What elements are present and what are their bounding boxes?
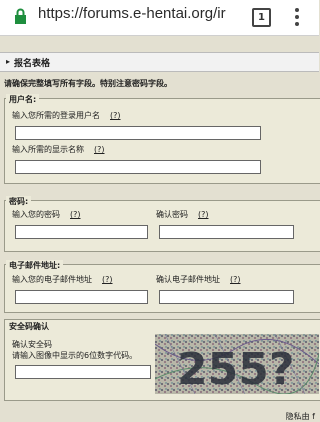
triangle-right-icon: ▸ [6, 57, 11, 66]
captcha-input[interactable] [15, 365, 151, 379]
email-legend: 电子邮件地址: [6, 260, 64, 271]
email-label: 输入您的电子邮件地址 (?) [12, 275, 113, 284]
email-fieldset [4, 264, 320, 313]
confirm-email-label: 确认电子邮件地址 (?) [156, 275, 241, 284]
captcha-label-line2: 请输入图像中显示的6位数字代码。 [12, 351, 138, 360]
password-legend: 密码: [6, 196, 32, 207]
confirm-password-input[interactable] [159, 225, 294, 239]
confirm-password-label: 确认密码 (?) [156, 210, 209, 219]
form-instructions: 请确保完整填写所有字段。特别注意密码字段。 [4, 79, 172, 88]
captcha-image: 255? [155, 334, 319, 394]
display-name-input[interactable] [15, 160, 261, 174]
captcha-glyphs: 255? [177, 344, 294, 394]
login-name-input[interactable] [15, 126, 261, 140]
display-name-label: 输入所需的显示名称 (?) [12, 145, 105, 154]
tab-switcher-button[interactable]: 1 [252, 8, 271, 27]
confirm-email-help-link[interactable]: (?) [230, 275, 241, 284]
email-help-link[interactable]: (?) [102, 275, 113, 284]
captcha-label-line1: 确认安全码 [12, 340, 52, 349]
captcha-legend: 安全码确认 [6, 321, 52, 332]
form-section-title: 报名表格 [14, 59, 51, 69]
display-name-help-link[interactable]: (?) [94, 145, 105, 154]
privacy-footer-text: 隐私由 f [285, 412, 315, 421]
form-section-toggle[interactable]: ▸ 报名表格 [0, 52, 319, 72]
lock-icon [15, 8, 26, 24]
url-text[interactable]: https://forums.e-hentai.org/ir [38, 5, 230, 22]
password-input[interactable] [15, 225, 148, 239]
login-name-help-link[interactable]: (?) [110, 111, 121, 120]
email-input[interactable] [15, 290, 148, 304]
password-help-link[interactable]: (?) [70, 210, 81, 219]
address-bar[interactable]: https://forums.e-hentai.org/ir 1 [0, 0, 319, 36]
username-legend: 用户名: [6, 94, 40, 105]
confirm-password-help-link[interactable]: (?) [198, 210, 209, 219]
overflow-menu-icon[interactable] [295, 8, 301, 29]
login-name-label: 输入您所需的登录用户名 (?) [12, 111, 121, 120]
confirm-email-input[interactable] [159, 290, 294, 304]
password-label: 输入您的密码 (?) [12, 210, 81, 219]
